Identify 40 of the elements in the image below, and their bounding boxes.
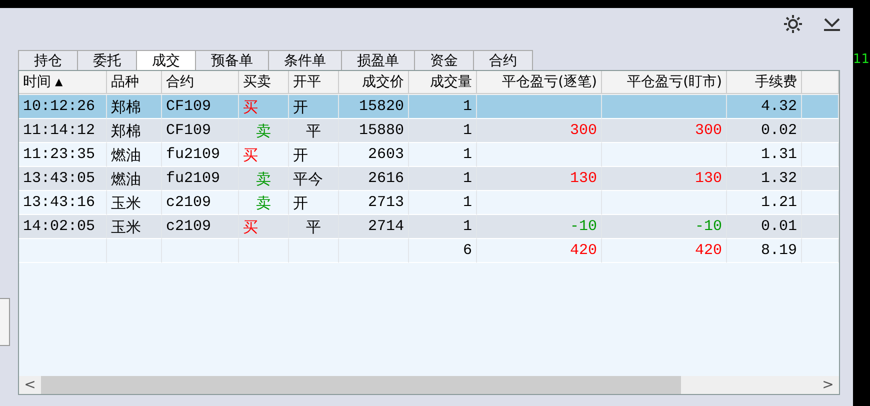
tab[interactable]: 成交 <box>136 50 196 70</box>
table-cell <box>289 239 339 263</box>
chevron-down-icon[interactable] <box>823 16 841 32</box>
table-cell <box>339 239 409 263</box>
column-header[interactable]: 平仓盈亏(盯市) <box>602 71 727 94</box>
trade-row[interactable]: 13:43:05 燃油 fu2109 卖 平今 2616 1 130 130 1.32 <box>19 167 839 191</box>
table-cell: 420 <box>477 239 602 263</box>
tab[interactable]: 预备单 <box>195 50 269 70</box>
column-header[interactable]: 买卖 <box>239 71 289 94</box>
trade-row[interactable]: 10:12:26 郑棉 CF109 买 开 15820 1 4.32 <box>19 95 839 119</box>
tab[interactable]: 资金 <box>414 50 474 70</box>
scroll-right-button[interactable]: > <box>817 377 839 393</box>
tab[interactable]: 持仓 <box>18 50 78 70</box>
scroll-left-button[interactable]: < <box>19 377 41 393</box>
column-header[interactable]: 手续费 <box>727 71 802 94</box>
tab[interactable]: 条件单 <box>268 50 342 70</box>
trade-row[interactable]: 11:14:12 郑棉 CF109 卖 平 15880 1 300 300 0.02 <box>19 119 839 143</box>
price-reading: 11 <box>853 52 870 67</box>
column-header[interactable]: 平仓盈亏(逐笔) <box>477 71 602 94</box>
scrollbar-thumb[interactable] <box>41 376 681 394</box>
trade-row[interactable]: 13:43:16 玉米 c2109 卖 开 2713 1 1.21 <box>19 191 839 215</box>
column-header[interactable]: 时间 ▲ <box>19 71 107 94</box>
column-header[interactable]: 成交价 <box>339 71 409 94</box>
trade-row[interactable]: 14:02:05 玉米 c2109 买 平 2714 1 -10 -10 0.01 <box>19 215 839 239</box>
table-cell: 6 <box>409 239 477 263</box>
table-cell <box>107 239 162 263</box>
table-cell: 420 <box>602 239 727 263</box>
column-header[interactable]: 合约 <box>162 71 239 94</box>
tab[interactable]: 损盈单 <box>341 50 415 70</box>
table-cell <box>802 239 839 263</box>
column-header[interactable]: 开平 <box>289 71 339 94</box>
table-cell: 8.19 <box>727 239 802 263</box>
settings-icon[interactable] <box>783 14 803 34</box>
tab[interactable]: 委托 <box>77 50 137 70</box>
side-panel-edge <box>0 298 10 346</box>
column-header[interactable]: 成交量 <box>409 71 477 94</box>
trade-row[interactable]: 11:23:35 燃油 fu2109 买 开 2603 1 1.31 <box>19 143 839 167</box>
tab[interactable]: 合约 <box>473 50 533 70</box>
column-header[interactable]: 品种 <box>107 71 162 94</box>
table-cell <box>239 239 289 263</box>
